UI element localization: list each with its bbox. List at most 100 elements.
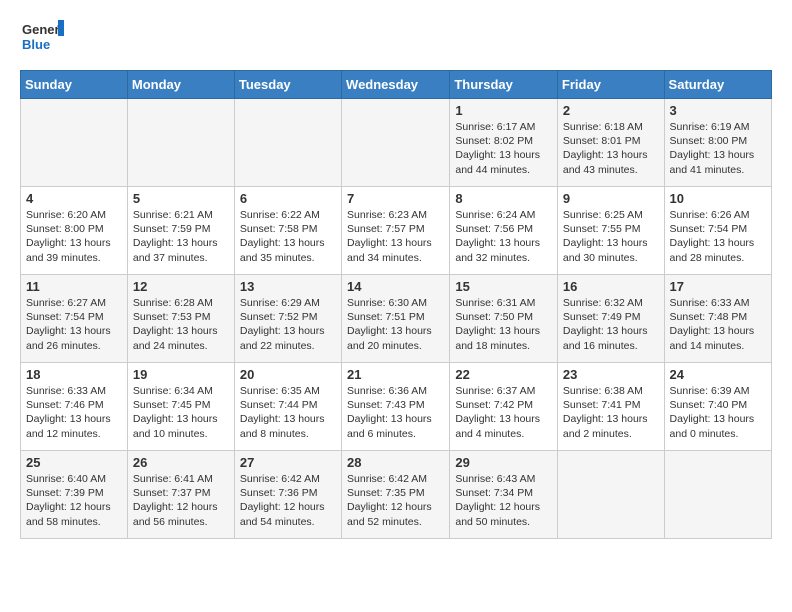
calendar-week-4: 18 Sunrise: 6:33 AMSunset: 7:46 PMDayligh… [21, 363, 772, 451]
calendar-cell: 22Sunrise: 6:37 AMSunset: 7:42 PMDayligh… [450, 363, 558, 451]
svg-text:Blue: Blue [22, 37, 50, 52]
calendar-cell: 24 Sunrise: 6:39 AMSunset: 7:40 PMDayligh… [664, 363, 771, 451]
day-number: 6 [240, 191, 336, 206]
day-number: 8 [455, 191, 552, 206]
calendar-cell: 23Sunrise: 6:38 AMSunset: 7:41 PMDayligh… [557, 363, 664, 451]
day-info: Sunrise: 6:19 AMSunset: 8:00 PMDaylight:… [670, 120, 766, 177]
day-info: Sunrise: 6:42 AMSunset: 7:36 PMDaylight:… [240, 472, 336, 529]
calendar-cell [127, 99, 234, 187]
day-number: 9 [563, 191, 659, 206]
calendar-week-5: 25 Sunrise: 6:40 AMSunset: 7:39 PMDayligh… [21, 451, 772, 539]
day-number: 11 [26, 279, 122, 294]
day-info: Sunrise: 6:37 AMSunset: 7:42 PMDaylight:… [455, 384, 552, 441]
day-info: Sunrise: 6:31 AMSunset: 7:50 PMDaylight:… [455, 296, 552, 353]
calendar-cell [664, 451, 771, 539]
day-number: 1 [455, 103, 552, 118]
weekday-header-thursday: Thursday [450, 71, 558, 99]
calendar-cell: 10 Sunrise: 6:26 AMSunset: 7:54 PMDayligh… [664, 187, 771, 275]
calendar-cell: 29 Sunrise: 6:43 AMSunset: 7:34 PMDayligh… [450, 451, 558, 539]
day-info: Sunrise: 6:25 AMSunset: 7:55 PMDaylight:… [563, 208, 659, 265]
day-number: 24 [670, 367, 766, 382]
day-number: 27 [240, 455, 336, 470]
day-number: 14 [347, 279, 444, 294]
day-info: Sunrise: 6:38 AMSunset: 7:41 PMDaylight:… [563, 384, 659, 441]
day-number: 4 [26, 191, 122, 206]
day-info: Sunrise: 6:41 AMSunset: 7:37 PMDaylight:… [133, 472, 229, 529]
calendar-cell: 5 Sunrise: 6:21 AMSunset: 7:59 PMDaylight… [127, 187, 234, 275]
day-number: 19 [133, 367, 229, 382]
day-info: Sunrise: 6:17 AMSunset: 8:02 PMDaylight:… [455, 120, 552, 177]
weekday-header-row: SundayMondayTuesdayWednesdayThursdayFrid… [21, 71, 772, 99]
day-info: Sunrise: 6:22 AMSunset: 7:58 PMDaylight:… [240, 208, 336, 265]
day-info: Sunrise: 6:42 AMSunset: 7:35 PMDaylight:… [347, 472, 444, 529]
day-info: Sunrise: 6:27 AMSunset: 7:54 PMDaylight:… [26, 296, 122, 353]
weekday-header-wednesday: Wednesday [342, 71, 450, 99]
day-info: Sunrise: 6:20 AMSunset: 8:00 PMDaylight:… [26, 208, 122, 265]
day-info: Sunrise: 6:23 AMSunset: 7:57 PMDaylight:… [347, 208, 444, 265]
day-number: 3 [670, 103, 766, 118]
day-number: 15 [455, 279, 552, 294]
logo: General Blue [20, 16, 64, 60]
day-info: Sunrise: 6:34 AMSunset: 7:45 PMDaylight:… [133, 384, 229, 441]
calendar-cell: 3 Sunrise: 6:19 AMSunset: 8:00 PMDaylight… [664, 99, 771, 187]
calendar-cell: 21 Sunrise: 6:36 AMSunset: 7:43 PMDayligh… [342, 363, 450, 451]
page-header: General Blue [20, 16, 772, 60]
day-number: 18 [26, 367, 122, 382]
calendar-cell: 11 Sunrise: 6:27 AMSunset: 7:54 PMDayligh… [21, 275, 128, 363]
calendar-cell: 14 Sunrise: 6:30 AMSunset: 7:51 PMDayligh… [342, 275, 450, 363]
calendar-cell: 28 Sunrise: 6:42 AMSunset: 7:35 PMDayligh… [342, 451, 450, 539]
day-number: 10 [670, 191, 766, 206]
svg-text:General: General [22, 22, 64, 37]
weekday-header-sunday: Sunday [21, 71, 128, 99]
day-info: Sunrise: 6:18 AMSunset: 8:01 PMDaylight:… [563, 120, 659, 177]
calendar-cell: 20 Sunrise: 6:35 AMSunset: 7:44 PMDayligh… [234, 363, 341, 451]
day-info: Sunrise: 6:21 AMSunset: 7:59 PMDaylight:… [133, 208, 229, 265]
calendar-cell [234, 99, 341, 187]
calendar-week-3: 11 Sunrise: 6:27 AMSunset: 7:54 PMDayligh… [21, 275, 772, 363]
weekday-header-tuesday: Tuesday [234, 71, 341, 99]
weekday-header-friday: Friday [557, 71, 664, 99]
day-info: Sunrise: 6:33 AMSunset: 7:48 PMDaylight:… [670, 296, 766, 353]
calendar-cell [557, 451, 664, 539]
day-info: Sunrise: 6:30 AMSunset: 7:51 PMDaylight:… [347, 296, 444, 353]
calendar-cell: 2Sunrise: 6:18 AMSunset: 8:01 PMDaylight… [557, 99, 664, 187]
day-info: Sunrise: 6:35 AMSunset: 7:44 PMDaylight:… [240, 384, 336, 441]
day-number: 28 [347, 455, 444, 470]
day-info: Sunrise: 6:36 AMSunset: 7:43 PMDaylight:… [347, 384, 444, 441]
day-number: 20 [240, 367, 336, 382]
day-info: Sunrise: 6:32 AMSunset: 7:49 PMDaylight:… [563, 296, 659, 353]
calendar-cell: 8 Sunrise: 6:24 AMSunset: 7:56 PMDaylight… [450, 187, 558, 275]
day-info: Sunrise: 6:29 AMSunset: 7:52 PMDaylight:… [240, 296, 336, 353]
calendar-table: SundayMondayTuesdayWednesdayThursdayFrid… [20, 70, 772, 539]
calendar-cell: 7Sunrise: 6:23 AMSunset: 7:57 PMDaylight… [342, 187, 450, 275]
logo-svg: General Blue [20, 16, 64, 60]
calendar-cell: 16Sunrise: 6:32 AMSunset: 7:49 PMDayligh… [557, 275, 664, 363]
day-info: Sunrise: 6:39 AMSunset: 7:40 PMDaylight:… [670, 384, 766, 441]
calendar-cell: 26Sunrise: 6:41 AMSunset: 7:37 PMDayligh… [127, 451, 234, 539]
day-number: 29 [455, 455, 552, 470]
day-number: 21 [347, 367, 444, 382]
weekday-header-saturday: Saturday [664, 71, 771, 99]
day-number: 25 [26, 455, 122, 470]
calendar-cell [21, 99, 128, 187]
day-info: Sunrise: 6:43 AMSunset: 7:34 PMDaylight:… [455, 472, 552, 529]
calendar-cell: 9 Sunrise: 6:25 AMSunset: 7:55 PMDaylight… [557, 187, 664, 275]
day-number: 13 [240, 279, 336, 294]
day-number: 5 [133, 191, 229, 206]
calendar-week-2: 4 Sunrise: 6:20 AMSunset: 8:00 PMDaylight… [21, 187, 772, 275]
day-info: Sunrise: 6:26 AMSunset: 7:54 PMDaylight:… [670, 208, 766, 265]
calendar-cell: 17Sunrise: 6:33 AMSunset: 7:48 PMDayligh… [664, 275, 771, 363]
calendar-cell: 4 Sunrise: 6:20 AMSunset: 8:00 PMDaylight… [21, 187, 128, 275]
day-info: Sunrise: 6:24 AMSunset: 7:56 PMDaylight:… [455, 208, 552, 265]
day-info: Sunrise: 6:33 AMSunset: 7:46 PMDaylight:… [26, 384, 122, 441]
calendar-week-1: 1 Sunrise: 6:17 AMSunset: 8:02 PMDaylight… [21, 99, 772, 187]
calendar-cell: 13 Sunrise: 6:29 AMSunset: 7:52 PMDayligh… [234, 275, 341, 363]
calendar-cell: 12Sunrise: 6:28 AMSunset: 7:53 PMDayligh… [127, 275, 234, 363]
calendar-cell: 27 Sunrise: 6:42 AMSunset: 7:36 PMDayligh… [234, 451, 341, 539]
calendar-cell: 6 Sunrise: 6:22 AMSunset: 7:58 PMDaylight… [234, 187, 341, 275]
day-info: Sunrise: 6:40 AMSunset: 7:39 PMDaylight:… [26, 472, 122, 529]
calendar-cell: 1 Sunrise: 6:17 AMSunset: 8:02 PMDaylight… [450, 99, 558, 187]
calendar-body: 1 Sunrise: 6:17 AMSunset: 8:02 PMDaylight… [21, 99, 772, 539]
day-number: 12 [133, 279, 229, 294]
calendar-cell: 19 Sunrise: 6:34 AMSunset: 7:45 PMDayligh… [127, 363, 234, 451]
